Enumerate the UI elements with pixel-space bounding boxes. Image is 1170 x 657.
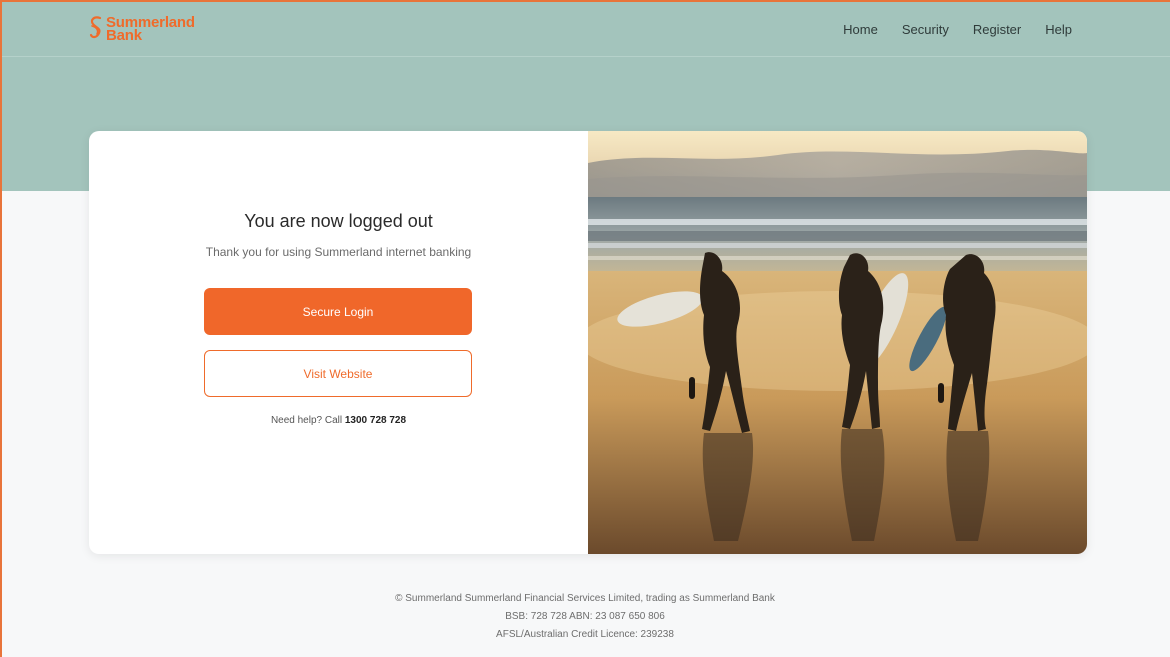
logout-title: You are now logged out: [244, 211, 433, 231]
logout-card: You are now logged out Thank you for usi…: [89, 131, 1087, 554]
help-text: Need help? Call 1300 728 728: [89, 415, 588, 426]
help-phone-number: 1300 728 728: [344, 415, 407, 426]
visit-website-button[interactable]: Visit Website: [204, 350, 472, 397]
nav-security-link[interactable]: Security: [902, 22, 949, 37]
logout-subtitle: Thank you for using Summerland internet …: [205, 245, 472, 259]
main-nav: Home Security Register Help: [843, 22, 1072, 37]
beach-photo-image: [588, 131, 1087, 554]
top-header: Summerland Bank Home Security Register H…: [0, 0, 1170, 57]
nav-register-link[interactable]: Register: [973, 22, 1021, 37]
nav-home-link[interactable]: Home: [843, 22, 878, 37]
footer-copyright: © Summerland Summerland Financial Servic…: [395, 593, 775, 604]
footer-bsb-abn: BSB: 728 728 ABN: 23 087 650 806: [505, 611, 665, 622]
footer-licence: AFSL/Australian Credit Licence: 239238: [496, 629, 674, 640]
secure-login-button[interactable]: Secure Login: [204, 288, 472, 335]
brand-name: Summerland Bank: [106, 15, 195, 43]
nav-help-link[interactable]: Help: [1045, 22, 1072, 37]
logout-panel: You are now logged out Thank you for usi…: [89, 131, 588, 554]
summerland-logo-icon: [89, 16, 102, 39]
help-prefix: Need help? Call: [270, 415, 345, 426]
brand-logo[interactable]: Summerland Bank: [89, 15, 195, 43]
page-footer: © Summerland Summerland Financial Servic…: [0, 590, 1170, 644]
beach-surfers-photo: [588, 131, 1087, 554]
